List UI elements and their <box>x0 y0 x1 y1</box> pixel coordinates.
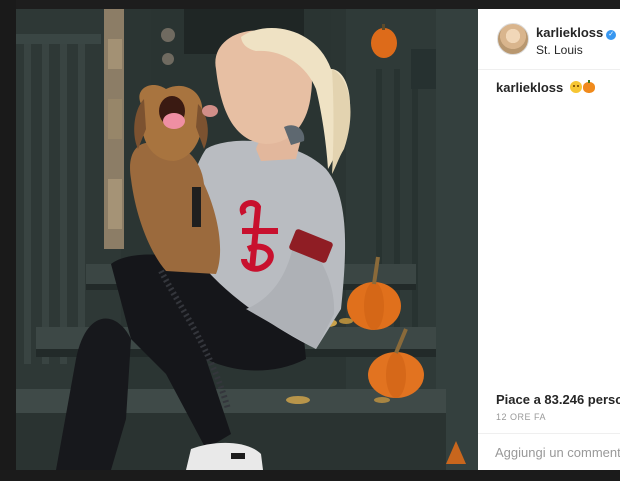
post-details-panel: karliekloss ✓ St. Louis karliekloss Piace… <box>478 9 620 470</box>
likes-count[interactable]: Piace a 83.246 persone <box>496 392 620 407</box>
location-link[interactable]: St. Louis <box>536 43 583 57</box>
post-photo-illustration <box>16 9 478 470</box>
username-text[interactable]: karliekloss <box>536 25 603 40</box>
modal-backdrop-left[interactable] <box>0 0 16 481</box>
caption-username-link[interactable]: karliekloss <box>496 80 563 95</box>
modal-backdrop-bottom[interactable] <box>0 470 620 481</box>
verified-badge-icon: ✓ <box>606 30 617 40</box>
avatar[interactable] <box>497 23 529 55</box>
post-caption: karliekloss <box>496 80 595 95</box>
comment-area <box>478 433 620 470</box>
post-header: karliekloss ✓ St. Louis <box>478 9 620 70</box>
username-link[interactable]: karliekloss ✓ <box>536 25 617 40</box>
jack-o-lantern-icon <box>582 80 595 93</box>
modal-backdrop-top[interactable] <box>0 0 620 9</box>
post-photo[interactable] <box>16 9 478 470</box>
smiling-face-icon <box>569 81 582 93</box>
comment-input[interactable] <box>495 443 620 461</box>
modal-viewport: karliekloss ✓ St. Louis karliekloss Piace… <box>0 0 620 481</box>
post-timestamp[interactable]: 12 ORE FA <box>496 412 546 422</box>
